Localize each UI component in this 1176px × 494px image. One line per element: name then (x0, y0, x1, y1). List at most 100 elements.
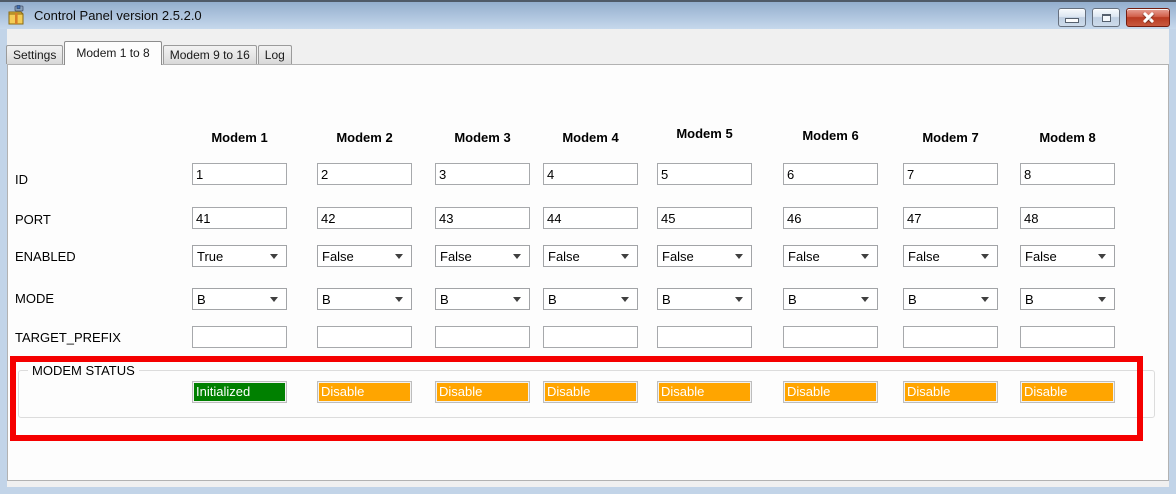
enabled-dropdown-modem-8[interactable]: False (1020, 245, 1115, 267)
id-input-modem-2[interactable] (317, 163, 412, 185)
target-prefix-input-modem-7[interactable] (903, 326, 998, 348)
chevron-down-icon (1098, 297, 1106, 302)
column-header-modem-7: Modem 7 (903, 130, 998, 145)
column-header-modem-6: Modem 6 (783, 128, 878, 143)
chevron-down-icon (981, 297, 989, 302)
dropdown-selected-value: B (1025, 292, 1034, 307)
id-input-modem-1[interactable] (192, 163, 287, 185)
chevron-down-icon (735, 254, 743, 259)
row-label-port: PORT (15, 212, 51, 227)
chevron-down-icon (513, 297, 521, 302)
mode-dropdown-modem-3[interactable]: B (435, 288, 530, 310)
mode-dropdown-modem-1[interactable]: B (192, 288, 287, 310)
port-input-modem-1[interactable] (192, 207, 287, 229)
port-input-modem-5[interactable] (657, 207, 752, 229)
toolbox-icon (7, 5, 29, 27)
dropdown-selected-value: False (548, 249, 580, 264)
mode-dropdown-modem-5[interactable]: B (657, 288, 752, 310)
chevron-down-icon (513, 254, 521, 259)
row-label-id: ID (15, 172, 28, 187)
modem-status-label-modem-2: Disable (317, 381, 412, 403)
port-input-modem-4[interactable] (543, 207, 638, 229)
dropdown-selected-value: False (908, 249, 940, 264)
target-prefix-input-modem-6[interactable] (783, 326, 878, 348)
modem-status-label-modem-4: Disable (543, 381, 638, 403)
dropdown-selected-value: B (197, 292, 206, 307)
modem-status-label-modem-6: Disable (783, 381, 878, 403)
modem-status-label-modem-1: Initialized (192, 381, 287, 403)
dropdown-selected-value: B (908, 292, 917, 307)
dropdown-selected-value: True (197, 249, 223, 264)
modem-status-label-modem-3: Disable (435, 381, 530, 403)
column-header-modem-8: Modem 8 (1020, 130, 1115, 145)
enabled-dropdown-modem-2[interactable]: False (317, 245, 412, 267)
target-prefix-input-modem-8[interactable] (1020, 326, 1115, 348)
chevron-down-icon (861, 297, 869, 302)
column-header-modem-5: Modem 5 (657, 126, 752, 141)
row-label-target-prefix: TARGET_PREFIX (15, 330, 121, 345)
id-input-modem-5[interactable] (657, 163, 752, 185)
close-icon (1142, 11, 1155, 24)
id-input-modem-8[interactable] (1020, 163, 1115, 185)
column-header-modem-2: Modem 2 (317, 130, 412, 145)
mode-dropdown-modem-8[interactable]: B (1020, 288, 1115, 310)
app-window: Control Panel version 2.5.2.0 SettingsMo… (0, 0, 1176, 494)
port-input-modem-3[interactable] (435, 207, 530, 229)
enabled-dropdown-modem-7[interactable]: False (903, 245, 998, 267)
tab-log[interactable]: Log (258, 45, 292, 64)
dropdown-selected-value: B (440, 292, 449, 307)
modem-status-label-modem-5: Disable (657, 381, 752, 403)
enabled-dropdown-modem-6[interactable]: False (783, 245, 878, 267)
enabled-dropdown-modem-4[interactable]: False (543, 245, 638, 267)
dropdown-selected-value: False (440, 249, 472, 264)
chevron-down-icon (621, 254, 629, 259)
tab-modem-1-to-8[interactable]: Modem 1 to 8 (64, 41, 161, 65)
tab-modem-9-to-16[interactable]: Modem 9 to 16 (163, 45, 257, 64)
minimize-button[interactable] (1058, 8, 1086, 27)
dropdown-selected-value: False (788, 249, 820, 264)
title-bar: Control Panel version 2.5.2.0 (0, 0, 1176, 29)
maximize-button[interactable] (1092, 8, 1120, 27)
id-input-modem-4[interactable] (543, 163, 638, 185)
window-title: Control Panel version 2.5.2.0 (34, 8, 202, 23)
close-button[interactable] (1126, 8, 1170, 27)
modem-status-label-modem-7: Disable (903, 381, 998, 403)
chevron-down-icon (395, 297, 403, 302)
id-input-modem-7[interactable] (903, 163, 998, 185)
enabled-dropdown-modem-5[interactable]: False (657, 245, 752, 267)
chevron-down-icon (735, 297, 743, 302)
column-header-modem-4: Modem 4 (543, 130, 638, 145)
chevron-down-icon (621, 297, 629, 302)
target-prefix-input-modem-3[interactable] (435, 326, 530, 348)
tab-strip: SettingsModem 1 to 8Modem 9 to 16Log (6, 41, 293, 65)
port-input-modem-8[interactable] (1020, 207, 1115, 229)
modem-status-label-modem-8: Disable (1020, 381, 1115, 403)
dropdown-selected-value: B (322, 292, 331, 307)
port-input-modem-7[interactable] (903, 207, 998, 229)
enabled-dropdown-modem-3[interactable]: False (435, 245, 530, 267)
id-input-modem-3[interactable] (435, 163, 530, 185)
target-prefix-input-modem-4[interactable] (543, 326, 638, 348)
dropdown-selected-value: B (548, 292, 557, 307)
tab-settings[interactable]: Settings (6, 45, 63, 64)
target-prefix-input-modem-2[interactable] (317, 326, 412, 348)
modem-status-group-label: MODEM STATUS (28, 363, 139, 378)
chevron-down-icon (981, 254, 989, 259)
mode-dropdown-modem-4[interactable]: B (543, 288, 638, 310)
chevron-down-icon (270, 254, 278, 259)
mode-dropdown-modem-2[interactable]: B (317, 288, 412, 310)
target-prefix-input-modem-5[interactable] (657, 326, 752, 348)
tab-page-modem-1-to-8 (7, 64, 1169, 481)
mode-dropdown-modem-6[interactable]: B (783, 288, 878, 310)
id-input-modem-6[interactable] (783, 163, 878, 185)
enabled-dropdown-modem-1[interactable]: True (192, 245, 287, 267)
dropdown-selected-value: False (662, 249, 694, 264)
row-label-enabled: ENABLED (15, 249, 76, 264)
port-input-modem-6[interactable] (783, 207, 878, 229)
row-label-mode: MODE (15, 291, 54, 306)
port-input-modem-2[interactable] (317, 207, 412, 229)
mode-dropdown-modem-7[interactable]: B (903, 288, 998, 310)
target-prefix-input-modem-1[interactable] (192, 326, 287, 348)
chevron-down-icon (270, 297, 278, 302)
chevron-down-icon (395, 254, 403, 259)
